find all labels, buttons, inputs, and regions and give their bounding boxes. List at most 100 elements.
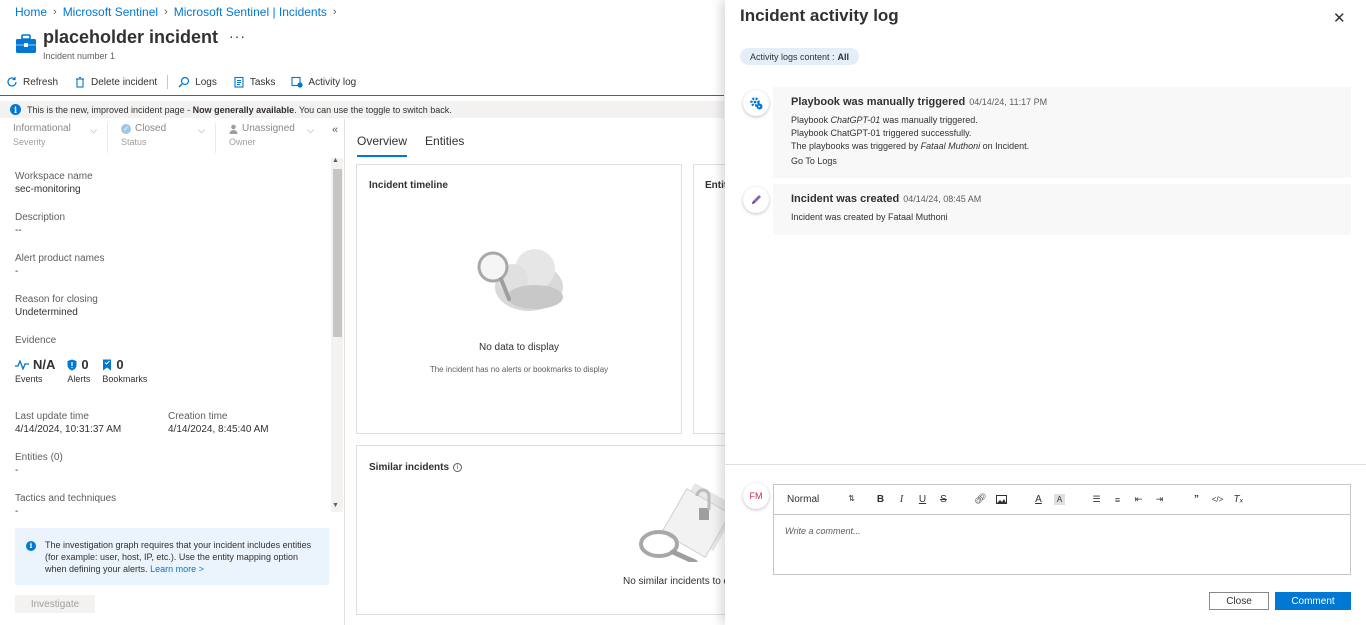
info-icon: i <box>10 104 21 115</box>
tactics-label: Tactics and techniques <box>15 493 117 504</box>
check-icon: ✓ <box>121 123 131 134</box>
bold-icon[interactable]: B <box>875 494 886 505</box>
incident-tabs: Overview Entities <box>357 134 464 157</box>
breadcrumb: Home › Microsoft Sentinel › Microsoft Se… <box>15 5 337 19</box>
activity-entry-line: Playbook ChatGPT-01 was manually trigger… <box>791 115 978 125</box>
owner-dropdown[interactable]: Unassigned Owner ⌵ <box>216 123 324 153</box>
code-icon[interactable]: </> <box>1212 494 1224 505</box>
similar-empty-text: No similar incidents to d <box>623 576 730 587</box>
info-icon[interactable]: i <box>453 463 463 472</box>
comment-input[interactable]: Write a comment... <box>773 514 1351 575</box>
text-format-value: Normal <box>787 494 820 505</box>
indent-icon[interactable]: ⇥ <box>1154 494 1165 505</box>
activity-log-icon <box>291 76 304 88</box>
font-color-icon[interactable]: A <box>1033 494 1044 505</box>
filter-label: Activity logs content : <box>750 51 835 62</box>
activity-log-button[interactable]: Activity log <box>291 76 356 88</box>
similar-incidents-card: Similar incidents i No similar incidents… <box>356 445 736 615</box>
description-label: Description <box>15 212 66 223</box>
scroll-up-icon[interactable]: ▲ <box>332 157 339 164</box>
link-icon[interactable]: 🔗︎ <box>974 494 987 505</box>
reason-field: Reason for closing Undetermined <box>15 294 98 318</box>
chevron-right-icon: › <box>332 6 337 18</box>
incident-properties-row: Informational Severity ⌵ ✓ Closed Status … <box>0 123 330 153</box>
activity-log-label: Activity log <box>308 76 357 88</box>
quote-icon[interactable]: ” <box>1191 494 1202 505</box>
scrollbar-thumb[interactable] <box>333 169 342 337</box>
refresh-button[interactable]: Refresh <box>6 76 58 88</box>
timeline-empty-title: No data to display <box>478 342 560 353</box>
close-button[interactable]: Close <box>1209 592 1269 610</box>
close-icon[interactable]: ✕ <box>1333 9 1346 27</box>
entities-card-title: Entit <box>705 180 728 191</box>
numbered-list-icon[interactable]: ☰ <box>1091 494 1102 505</box>
pencil-icon <box>743 187 769 213</box>
filter-value: All <box>837 51 850 62</box>
severity-dropdown[interactable]: Informational Severity ⌵ <box>0 123 108 153</box>
underline-icon[interactable]: U <box>917 494 928 505</box>
activity-entry-line: The playbooks was triggered by Fataal Mu… <box>791 141 1030 151</box>
activity-filter-pill[interactable]: Activity logs content : All <box>740 48 860 65</box>
info-banner-text: This is the new, improved incident page … <box>27 104 452 115</box>
delete-incident-button[interactable]: Delete incident <box>74 76 157 88</box>
refresh-icon <box>7 77 17 87</box>
trash-icon <box>76 76 85 88</box>
owner-label: Owner <box>229 137 256 147</box>
tab-overview[interactable]: Overview <box>357 134 408 157</box>
creation-time-field: Creation time 4/14/2024, 8:45:40 AM <box>168 411 269 435</box>
activity-entry-time: 04/14/24, 11:17 PM <box>969 97 1048 107</box>
owner-value: Unassigned <box>242 123 295 134</box>
activity-entry: Incident was created 04/14/24, 08:45 AM … <box>773 184 1351 235</box>
clear-format-icon[interactable]: Tₓ <box>1233 494 1244 505</box>
breadcrumb-incidents[interactable]: Microsoft Sentinel | Incidents <box>174 5 327 19</box>
text-format-select[interactable]: Normal ⇅ <box>787 494 865 505</box>
toolbar-underline <box>0 95 724 96</box>
bulleted-list-icon[interactable]: ≡ <box>1112 494 1123 505</box>
entities-field: Entities (0) - <box>15 452 63 476</box>
alerts-evidence[interactable]: 0 Alerts <box>67 357 90 384</box>
page-title: placeholder incident <box>43 27 219 47</box>
creation-time-label: Creation time <box>168 411 228 422</box>
last-update-field: Last update time 4/14/2024, 10:31:37 AM <box>15 411 121 435</box>
entities-value: - <box>15 465 19 476</box>
evidence-label: Evidence <box>15 335 57 346</box>
bookmarks-evidence[interactable]: 0 Bookmarks <box>102 357 147 384</box>
highlight-icon[interactable]: A <box>1054 494 1065 505</box>
events-evidence[interactable]: N/A Events <box>15 357 55 384</box>
bookmarks-value: 0 <box>116 357 124 372</box>
go-to-logs-link[interactable]: Go To Logs <box>791 156 837 166</box>
reason-value: Undetermined <box>15 307 78 318</box>
strikethrough-icon[interactable]: S <box>938 494 949 505</box>
more-options-button[interactable]: ··· <box>229 28 246 44</box>
alert-products-field: Alert product names - <box>15 253 105 277</box>
bookmarks-label: Bookmarks <box>102 374 148 384</box>
breadcrumb-home[interactable]: Home <box>15 5 47 19</box>
tab-entities[interactable]: Entities <box>425 134 464 157</box>
toolbar-divider <box>167 75 169 89</box>
logs-label: Logs <box>195 76 217 88</box>
user-icon <box>229 124 238 134</box>
learn-more-link[interactable]: Learn more > <box>150 564 204 574</box>
logs-button[interactable]: Logs <box>178 76 217 88</box>
outdent-icon[interactable]: ⇤ <box>1133 494 1144 505</box>
collapse-panel-icon[interactable]: « <box>332 124 338 136</box>
description-value: -- <box>15 225 22 236</box>
tactics-field: Tactics and techniques - <box>15 493 116 512</box>
italic-icon[interactable]: I <box>896 494 907 505</box>
breadcrumb-sentinel[interactable]: Microsoft Sentinel <box>63 5 158 19</box>
tasks-icon <box>234 76 244 88</box>
investigate-button[interactable]: Investigate <box>15 595 95 613</box>
shield-icon <box>67 359 77 370</box>
scroll-down-icon[interactable]: ▼ <box>332 502 339 509</box>
delete-incident-label: Delete incident <box>91 76 158 88</box>
image-icon[interactable] <box>996 494 1007 505</box>
status-dropdown[interactable]: ✓ Closed Status ⌵ <box>108 123 216 153</box>
reason-label: Reason for closing <box>15 294 98 305</box>
tasks-button[interactable]: Tasks <box>233 76 275 88</box>
workspace-label: Workspace name <box>15 171 93 182</box>
avatar: FM <box>743 483 769 509</box>
activity-entry: Playbook was manually triggered 04/14/24… <box>773 87 1351 178</box>
comment-button[interactable]: Comment <box>1275 592 1351 610</box>
command-bar: Refresh Delete incident Logs Tasks Activ… <box>6 75 356 89</box>
similar-incidents-title: Similar incidents <box>369 462 450 473</box>
